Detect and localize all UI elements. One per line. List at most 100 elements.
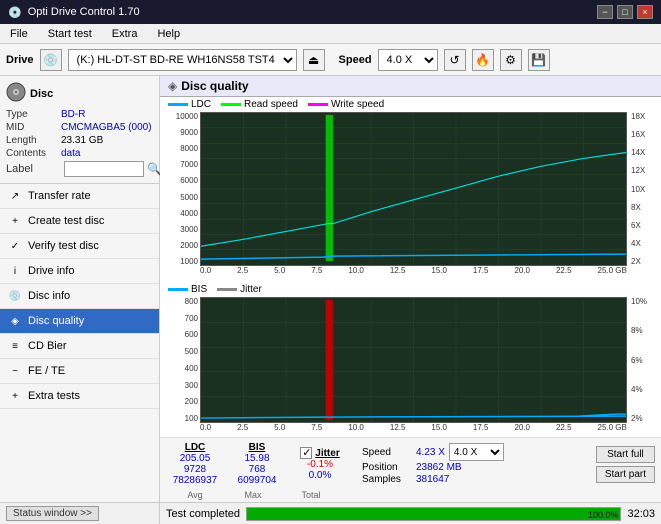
write-speed-legend-label: Write speed	[331, 99, 384, 110]
speed-label: Speed	[339, 54, 372, 66]
action-buttons: Start full Start part	[596, 446, 655, 483]
disc-contents-key: Contents	[6, 148, 61, 159]
verify-test-disc-icon: ✓	[8, 239, 22, 253]
menu-help[interactable]: Help	[151, 27, 186, 41]
disc-panel-icon	[6, 82, 26, 105]
fe-te-icon: ~	[8, 364, 22, 378]
nav-item-fe-te[interactable]: ~ FE / TE	[0, 359, 159, 384]
create-test-disc-icon: +	[8, 214, 22, 228]
jitter-checkbox[interactable]	[300, 447, 312, 459]
close-button[interactable]: ×	[637, 5, 653, 19]
toolbar: Drive 💿 (K:) HL-DT-ST BD-RE WH16NS58 TST…	[0, 44, 661, 76]
bottom-chart-legend: BIS Jitter	[160, 282, 661, 297]
ldc-legend-color	[168, 103, 188, 106]
start-part-button[interactable]: Start part	[596, 466, 655, 483]
ldc-legend-label: LDC	[191, 99, 211, 110]
status-text: Test completed	[166, 508, 240, 520]
nav-label-cd-bier: CD Bier	[28, 340, 67, 352]
disc-panel: Disc Type BD-R MID CMCMAGBA5 (000) Lengt…	[0, 76, 159, 184]
bottom-chart	[200, 297, 627, 423]
progress-bar-container: 100.0%	[246, 507, 621, 521]
speed-select[interactable]: 4.0 X	[378, 49, 438, 71]
nav-item-transfer-rate[interactable]: ↗ Transfer rate	[0, 184, 159, 209]
disc-type-val: BD-R	[61, 109, 85, 120]
disc-length-key: Length	[6, 135, 61, 146]
sidebar: Disc Type BD-R MID CMCMAGBA5 (000) Lengt…	[0, 76, 160, 524]
position-val: 23862 MB	[416, 462, 462, 473]
jitter-header: Jitter	[315, 448, 339, 459]
read-speed-legend-label: Read speed	[244, 99, 298, 110]
top-chart	[200, 112, 627, 266]
disc-type-key: Type	[6, 109, 61, 120]
title-bar: 💿 Opti Drive Control 1.70 − □ ×	[0, 0, 661, 24]
status-window-button[interactable]: Status window >>	[6, 506, 99, 521]
read-speed-legend-color	[221, 103, 241, 106]
position-label: Position	[362, 462, 412, 473]
jitter-max: 0.0%	[309, 470, 332, 481]
nav-label-disc-info: Disc info	[28, 290, 70, 302]
drive-select[interactable]: (K:) HL-DT-ST BD-RE WH16NS58 TST4	[68, 49, 297, 71]
bis-max: 768	[249, 464, 266, 475]
maximize-button[interactable]: □	[617, 5, 633, 19]
bottom-status-bar: Test completed 100.0% 32:03	[160, 502, 661, 524]
status-window-section: Status window >>	[0, 502, 159, 524]
progress-bar-fill	[247, 508, 620, 520]
eject-button[interactable]: ⏏	[303, 49, 325, 71]
ldc-avg: 205.05	[180, 453, 211, 464]
drive-label: Drive	[6, 54, 34, 66]
disc-mid-val: CMCMAGBA5 (000)	[61, 122, 152, 133]
nav-label-verify-test-disc: Verify test disc	[28, 240, 99, 252]
ldc-max: 9728	[184, 464, 206, 475]
minimize-button[interactable]: −	[597, 5, 613, 19]
samples-label: Samples	[362, 474, 412, 485]
jitter-legend-color	[217, 288, 237, 291]
nav-item-create-test-disc[interactable]: + Create test disc	[0, 209, 159, 234]
jitter-avg: -0.1%	[307, 459, 333, 470]
chart-header-icon: ◈	[168, 79, 177, 93]
speed-label: Speed	[362, 447, 412, 458]
nav-item-verify-test-disc[interactable]: ✓ Verify test disc	[0, 234, 159, 259]
nav-item-extra-tests[interactable]: + Extra tests	[0, 384, 159, 409]
bis-legend-color	[168, 288, 188, 291]
time-text: 32:03	[627, 508, 655, 520]
settings-button[interactable]: ⚙	[500, 49, 522, 71]
disc-info-icon: 💿	[8, 289, 22, 303]
disc-label-input[interactable]	[64, 161, 144, 177]
app-icon: 💿	[8, 6, 22, 19]
start-full-button[interactable]: Start full	[596, 446, 655, 463]
speed-val: 4.23 X	[416, 447, 445, 458]
nav-label-fe-te: FE / TE	[28, 365, 65, 377]
nav-item-drive-info[interactable]: i Drive info	[0, 259, 159, 284]
menu-extra[interactable]: Extra	[106, 27, 144, 41]
transfer-rate-icon: ↗	[8, 189, 22, 203]
extra-tests-icon: +	[8, 389, 22, 403]
ldc-stats: LDC 205.05 9728 78286937	[166, 442, 224, 486]
disc-contents-val: data	[61, 148, 80, 159]
save-button[interactable]: 💾	[528, 49, 550, 71]
disc-label-key: Label	[6, 163, 61, 175]
nav-item-cd-bier[interactable]: ≡ CD Bier	[0, 334, 159, 359]
max-label: Max	[224, 490, 282, 500]
nav-label-disc-quality: Disc quality	[28, 315, 84, 327]
top-chart-container: 10000 9000 8000 7000 6000 5000 4000 3000…	[164, 112, 657, 280]
menu-start-test[interactable]: Start test	[42, 27, 98, 41]
nav-item-disc-info[interactable]: 💿 Disc info	[0, 284, 159, 309]
bis-total: 6099704	[238, 475, 277, 486]
app-title: Opti Drive Control 1.70	[28, 6, 140, 18]
disc-mid-key: MID	[6, 122, 61, 133]
nav-label-drive-info: Drive info	[28, 265, 74, 277]
burn-button[interactable]: 🔥	[472, 49, 494, 71]
menu-file[interactable]: File	[4, 27, 34, 41]
bottom-chart-container: 800 700 600 500 400 300 200 100	[164, 297, 657, 437]
bis-header: BIS	[249, 442, 266, 453]
top-chart-legend: LDC Read speed Write speed	[160, 97, 661, 112]
refresh-button[interactable]: ↺	[444, 49, 466, 71]
speed-select-stats[interactable]: 4.0 X	[449, 443, 504, 461]
menu-bar: File Start test Extra Help	[0, 24, 661, 44]
nav-label-transfer-rate: Transfer rate	[28, 190, 91, 202]
bis-legend-label: BIS	[191, 284, 207, 295]
nav-label-create-test-disc: Create test disc	[28, 215, 104, 227]
nav-item-disc-quality[interactable]: ◈ Disc quality	[0, 309, 159, 334]
ldc-header: LDC	[185, 442, 206, 453]
speed-stats: Speed 4.23 X 4.0 X Position 23862 MB Sam…	[362, 443, 504, 485]
